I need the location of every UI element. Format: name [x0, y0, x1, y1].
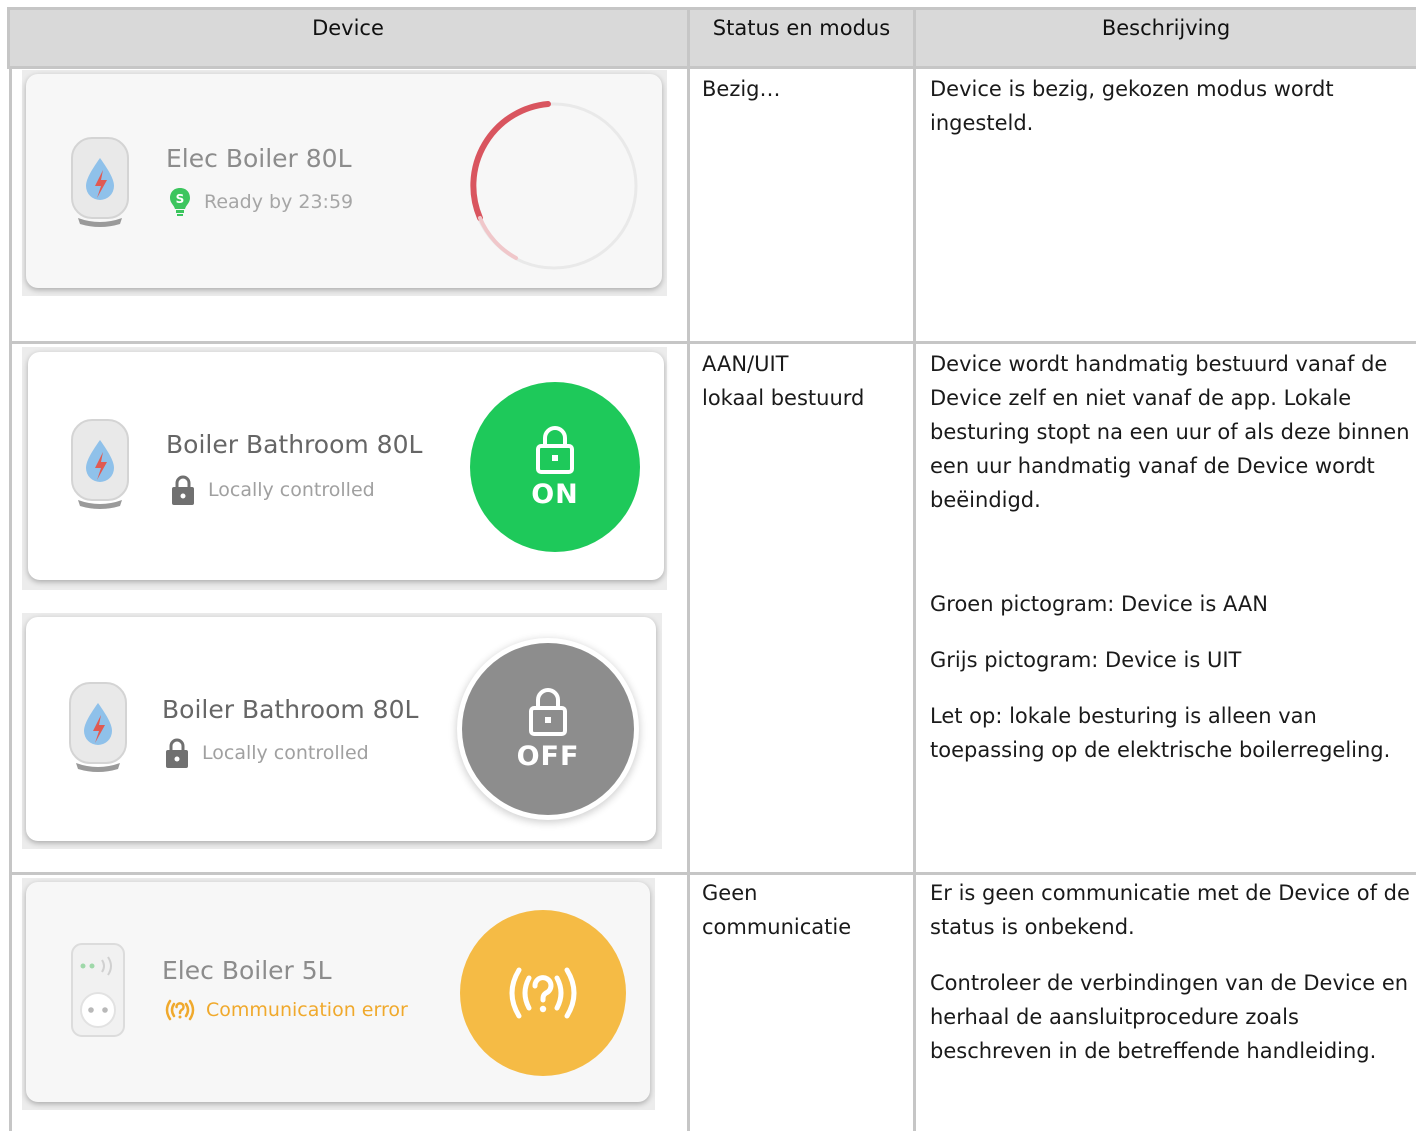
description-cell-busy: Device is bezig, gekozen modus wordt ing… [930, 72, 1410, 140]
table-border-left-row1 [9, 66, 12, 344]
off-toggle-button[interactable]: OFF [462, 643, 634, 815]
smart-plug-icon [71, 943, 125, 1037]
description-paragraph: Let op: lokale besturing is alleen van t… [930, 704, 1391, 762]
row-divider-1 [9, 341, 1416, 344]
device-subtitle: S Ready by 23:59 [168, 186, 353, 218]
device-title: Elec Boiler 5L [162, 956, 332, 985]
device-card-boiler-bathroom-on[interactable]: Boiler Bathroom 80L Locally controlled O… [28, 352, 664, 580]
boiler-icon [69, 682, 127, 772]
header-divider [9, 66, 1416, 69]
row-divider-2 [9, 872, 1416, 875]
status-line: AAN/UIT [702, 352, 789, 376]
device-title: Boiler Bathroom 80L [162, 695, 419, 724]
table-border-left-row2 [9, 341, 12, 875]
column-divider-2 [913, 7, 916, 1131]
device-card-boiler-bathroom-off[interactable]: Boiler Bathroom 80L Locally controlled O… [26, 617, 656, 841]
status-line: communicatie [702, 915, 852, 939]
padlock-icon [529, 687, 567, 736]
communication-error-button[interactable] [460, 910, 626, 1076]
header-device: Device [312, 16, 384, 40]
lock-icon [172, 475, 194, 505]
lock-icon [166, 738, 188, 768]
status-line: lokaal bestuurd [702, 386, 865, 410]
smart-bulb-icon: S [170, 188, 190, 216]
description-paragraph: Groen pictogram: Device is AAN [930, 592, 1268, 616]
table-border-top [9, 7, 1416, 10]
status-cell-local-control: AAN/UIT lokaal bestuurd [702, 347, 907, 415]
button-label: OFF [516, 740, 580, 772]
status-cell-busy: Bezig… [702, 72, 907, 106]
device-card-elec-boiler-80l[interactable]: Elec Boiler 80L S Ready by 23:59 [26, 74, 662, 288]
description-paragraph: Grijs pictogram: Device is UIT [930, 648, 1242, 672]
device-title: Elec Boiler 80L [166, 144, 352, 173]
description-cell-local-control: Device wordt handmatig bestuurd vanaf de… [930, 347, 1414, 767]
device-title: Boiler Bathroom 80L [166, 430, 423, 459]
page: Device Status en modus Beschrijving Bezi… [0, 0, 1416, 1131]
device-subtitle: Communication error [162, 998, 408, 1022]
padlock-icon [536, 425, 574, 474]
boiler-icon [71, 419, 129, 509]
header-description: Beschrijving [1101, 16, 1231, 40]
description-paragraph: Controleer de verbindingen van de Device… [930, 971, 1409, 1063]
device-subtitle: Locally controlled [164, 737, 369, 769]
description-paragraph: Device wordt handmatig bestuurd vanaf de… [930, 352, 1410, 512]
signal-question-icon [509, 967, 577, 1019]
header-status: Status en modus [712, 16, 891, 40]
button-label: ON [531, 478, 579, 510]
status-cell-no-communication: Geen communicatie [702, 876, 907, 944]
loading-spinner [470, 101, 638, 270]
device-card-elec-boiler-5l[interactable]: Elec Boiler 5L Communication error [26, 882, 650, 1102]
signal-question-icon [165, 999, 195, 1021]
description-paragraph: Er is geen communicatie met de Device of… [930, 881, 1410, 939]
description-cell-no-communication: Er is geen communicatie met de Device of… [930, 876, 1414, 1068]
status-line: Bezig… [702, 77, 781, 101]
description-paragraph: Device is bezig, gekozen modus wordt ing… [930, 77, 1334, 135]
status-line: Geen [702, 881, 758, 905]
column-divider-1 [687, 7, 690, 1131]
on-toggle-button[interactable]: ON [470, 382, 640, 552]
device-subtitle: Locally controlled [170, 474, 375, 506]
table-border-left-row3 [9, 872, 12, 1131]
svg-text:S: S [176, 192, 185, 206]
boiler-icon [71, 137, 129, 227]
